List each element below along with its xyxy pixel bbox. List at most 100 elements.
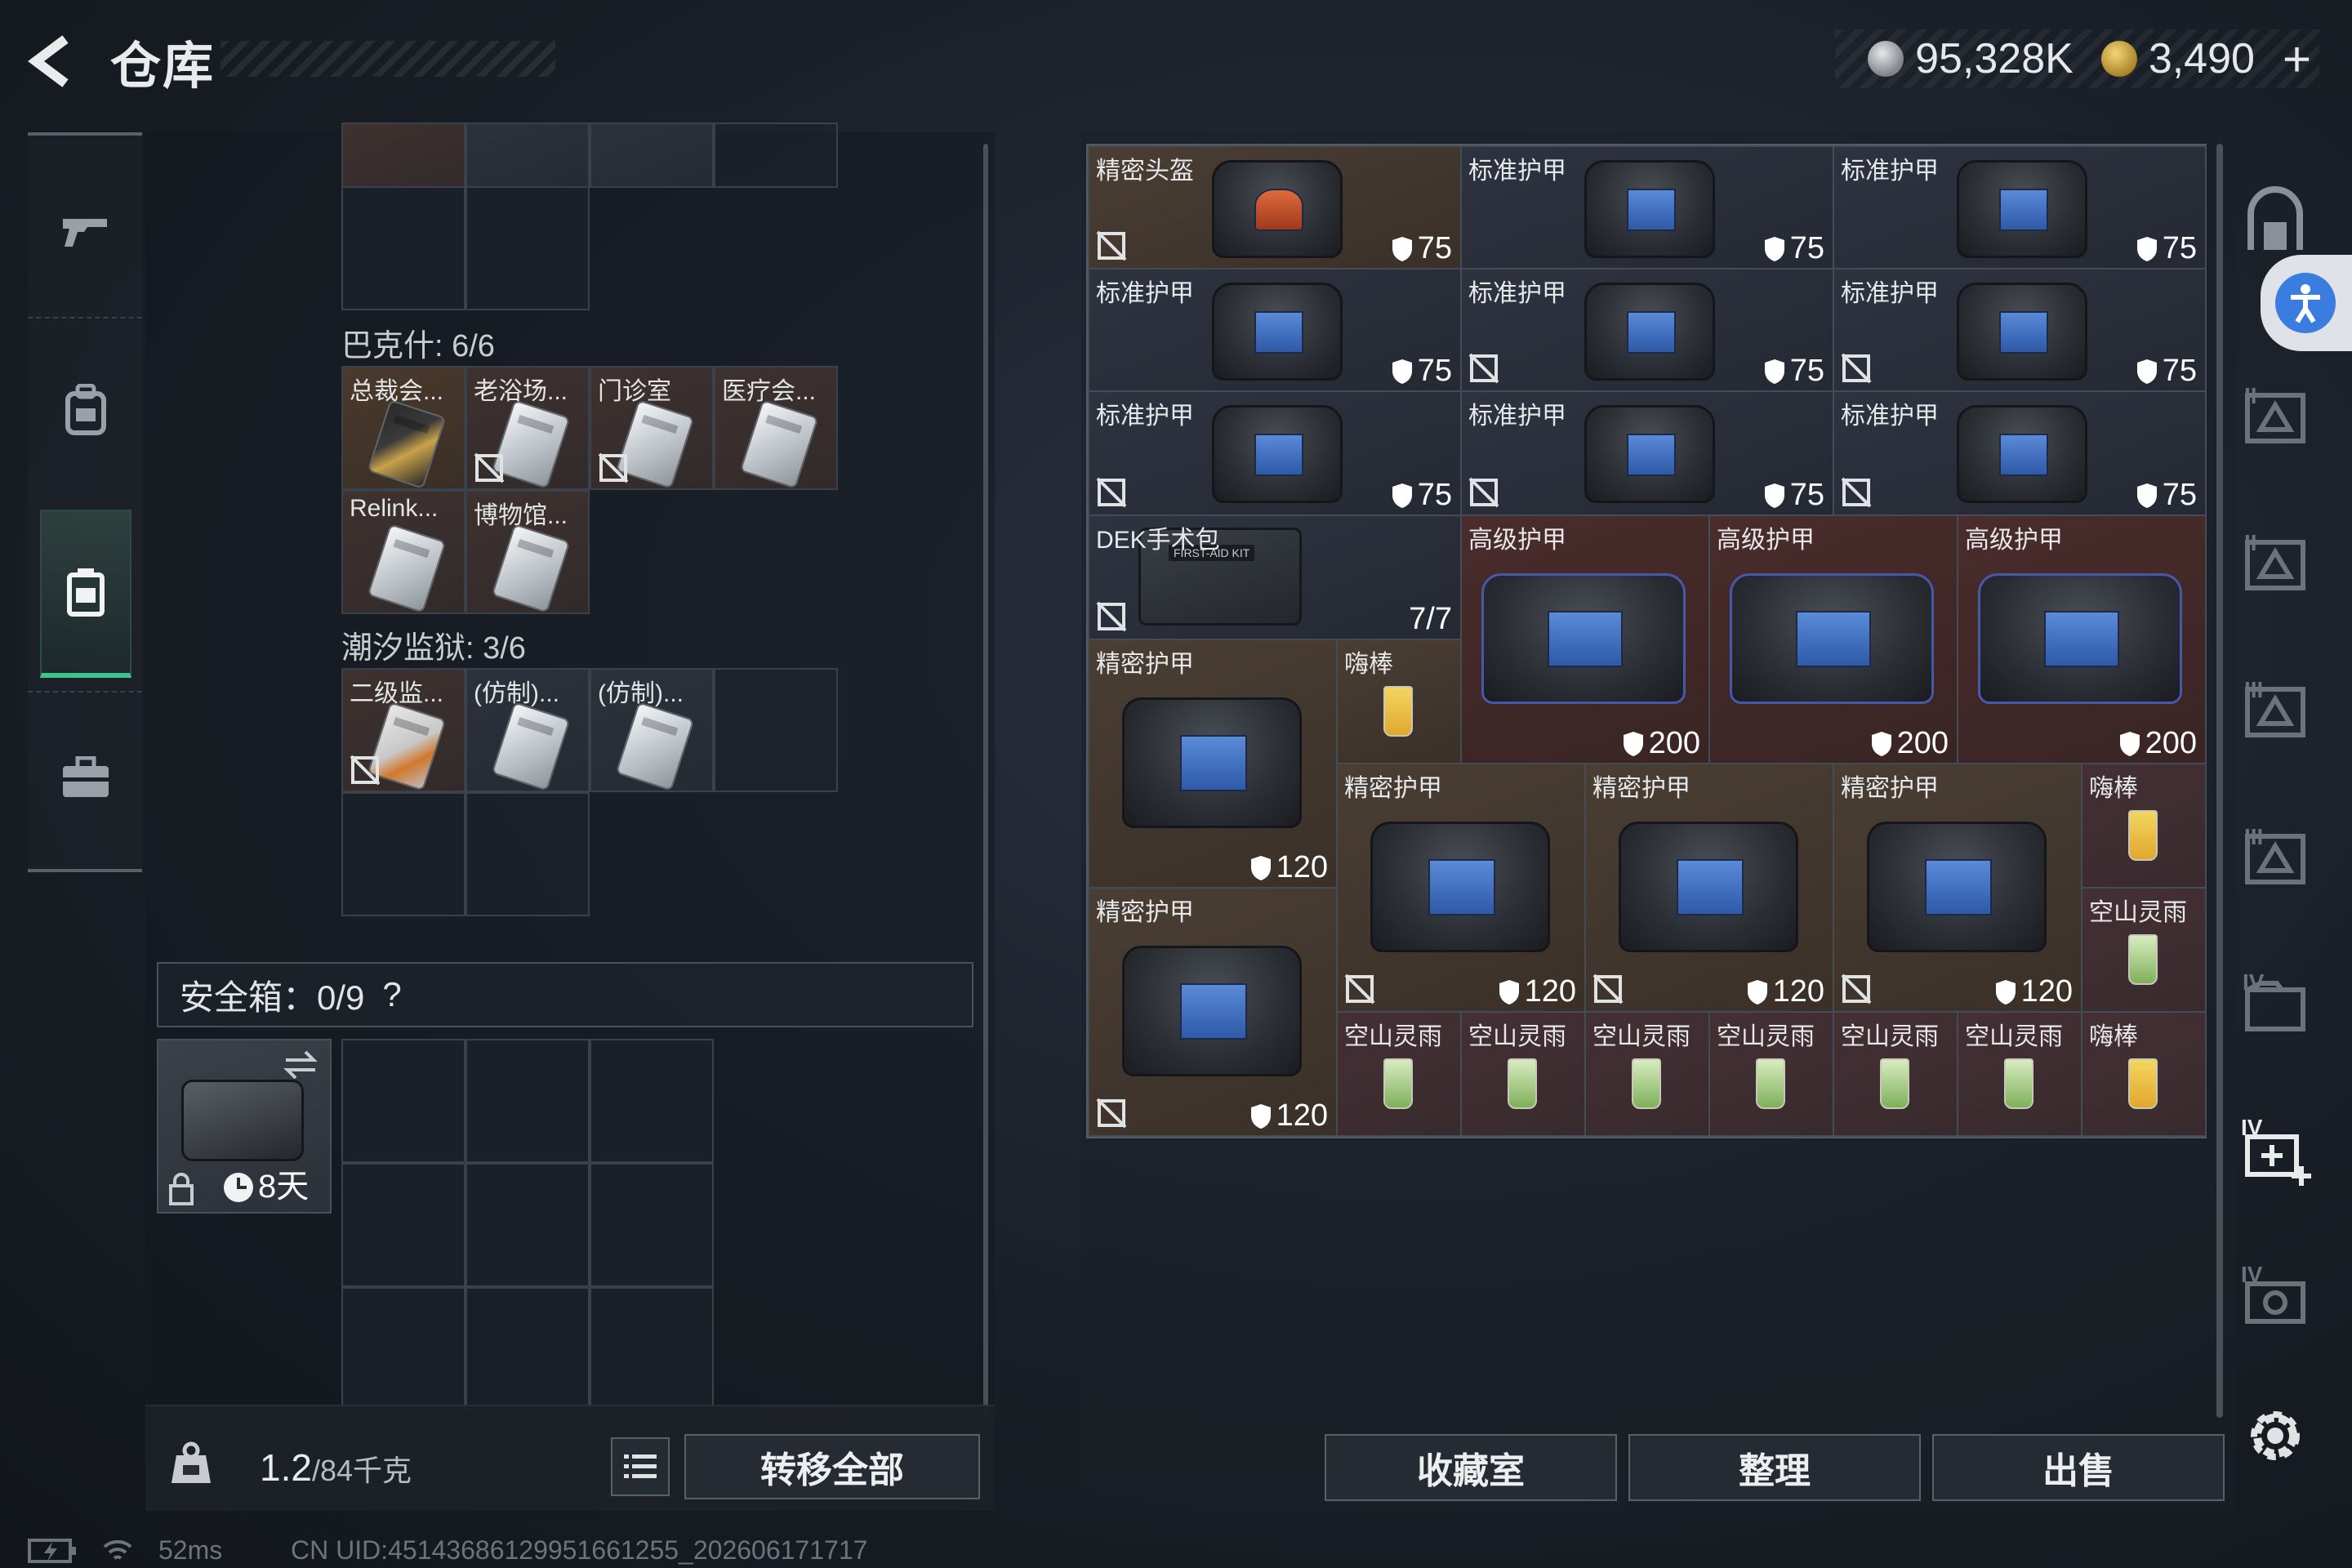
- item-durability: 120: [1747, 974, 1824, 1009]
- item-durability: 120: [1995, 974, 2073, 1009]
- key-card[interactable]: 总裁会...: [341, 366, 466, 490]
- key-slot[interactable]: [466, 122, 590, 188]
- stash-item[interactable]: 空山灵雨: [2081, 887, 2207, 1013]
- stash-item[interactable]: 嗨棒: [1336, 639, 1462, 764]
- help-button[interactable]: ?: [382, 975, 401, 1014]
- stash-item[interactable]: 空山灵雨: [1336, 1011, 1462, 1137]
- key-slot[interactable]: [714, 668, 838, 792]
- nav-weapons[interactable]: [40, 149, 131, 312]
- collection-room-button[interactable]: 收藏室: [1325, 1434, 1617, 1501]
- key-card[interactable]: 二级监...: [341, 668, 466, 792]
- stash-item[interactable]: 标准护甲 75: [1833, 268, 2207, 392]
- safe-slot[interactable]: [341, 1163, 466, 1287]
- cocktail-icon: [2004, 1058, 2034, 1109]
- key-slot[interactable]: [466, 186, 590, 310]
- item-name: 精密护甲: [1344, 775, 1442, 802]
- settings-gear-icon[interactable]: [2244, 1405, 2306, 1467]
- no-insurance-icon: [1841, 973, 1872, 1004]
- key-card[interactable]: (仿制)...: [466, 668, 590, 792]
- stash-tab-iv-icon[interactable]: IV: [2236, 965, 2314, 1044]
- add-currency-button[interactable]: +: [2283, 31, 2311, 87]
- durability-value: 120: [1276, 850, 1328, 884]
- stash-item[interactable]: 高级护甲 200: [1957, 514, 2207, 764]
- nav-vest[interactable]: [40, 510, 131, 678]
- stash-item[interactable]: 标准护甲 75: [1460, 390, 1834, 516]
- nav-briefcase[interactable]: [40, 696, 131, 859]
- stash-scrollbar[interactable]: [2216, 144, 2223, 1418]
- armor-vest-icon: [1978, 573, 2182, 704]
- locker-icon[interactable]: [2236, 181, 2314, 260]
- stash-item[interactable]: 嗨棒: [2081, 1011, 2207, 1137]
- back-button[interactable]: [24, 33, 82, 90]
- nav-backpack[interactable]: [40, 328, 131, 492]
- key-slot[interactable]: [341, 122, 466, 188]
- key-card[interactable]: 门诊室: [590, 366, 714, 490]
- stash-item[interactable]: 标准护甲 75: [1833, 390, 2207, 516]
- key-slot[interactable]: [341, 186, 466, 310]
- swap-icon[interactable]: [283, 1049, 318, 1081]
- stash-tab-3-icon[interactable]: II: [2236, 524, 2314, 603]
- key-card[interactable]: 医疗会...: [714, 366, 838, 490]
- stash-tab-camera-icon[interactable]: IV: [2236, 1259, 2314, 1338]
- stash-item[interactable]: 空山灵雨: [1584, 1011, 1710, 1137]
- key-slot[interactable]: [714, 122, 838, 188]
- organize-button[interactable]: 整理: [1628, 1434, 1921, 1501]
- stash-item[interactable]: 标准护甲 75: [1088, 268, 1462, 392]
- key-card[interactable]: 博物馆...: [466, 490, 590, 614]
- stash-item[interactable]: FIRST-AID KIT DEK手术包 7/7: [1088, 514, 1462, 640]
- keycard-icon: [739, 399, 819, 488]
- stash-item[interactable]: 空山灵雨: [1708, 1011, 1834, 1137]
- stash-item[interactable]: 空山灵雨: [1957, 1011, 2082, 1137]
- no-insurance-icon: [598, 452, 629, 483]
- stash-item[interactable]: 高级护甲 200: [1460, 514, 1710, 764]
- armor-vest-icon: [1584, 160, 1715, 258]
- stash-item[interactable]: 标准护甲 75: [1460, 268, 1834, 392]
- chevron-left-icon: [28, 35, 69, 87]
- shield-icon: [1747, 979, 1767, 1004]
- safe-slot[interactable]: [590, 1039, 714, 1163]
- safe-slot[interactable]: [466, 1039, 590, 1163]
- stash-tab-4-icon[interactable]: III: [2236, 671, 2314, 750]
- list-view-button[interactable]: [611, 1437, 670, 1496]
- stash-item[interactable]: 标准护甲 75: [1088, 390, 1462, 516]
- stash-tab-5-icon[interactable]: III: [2236, 818, 2314, 897]
- stash-item[interactable]: 精密护甲 120: [1088, 887, 1338, 1137]
- stash-item[interactable]: 标准护甲 75: [1833, 145, 2207, 270]
- stash-item[interactable]: 高级护甲 200: [1708, 514, 1958, 764]
- key-card[interactable]: (仿制)...: [590, 668, 714, 792]
- sell-button[interactable]: 出售: [1932, 1434, 2225, 1501]
- item-name: 嗨棒: [2089, 775, 2138, 802]
- stash-item[interactable]: 空山灵雨: [1833, 1011, 1958, 1137]
- no-insurance-icon: [1096, 1098, 1127, 1129]
- safe-slot[interactable]: [341, 1039, 466, 1163]
- stash-item[interactable]: 空山灵雨: [1460, 1011, 1586, 1137]
- safe-box-item[interactable]: 8天: [157, 1039, 332, 1214]
- key-slot[interactable]: [466, 792, 590, 916]
- safe-slot[interactable]: [466, 1163, 590, 1287]
- key-card[interactable]: 老浴场...: [466, 366, 590, 490]
- stash-item[interactable]: 标准护甲 75: [1460, 145, 1834, 270]
- stash-tab-2-icon[interactable]: II: [2236, 377, 2314, 456]
- safe-slot[interactable]: [341, 1287, 466, 1411]
- safe-slot[interactable]: [590, 1163, 714, 1287]
- stash-item[interactable]: 精密头盔 75: [1088, 145, 1462, 270]
- stash-item[interactable]: 精密护甲 120: [1833, 763, 2082, 1013]
- add-stash-icon[interactable]: IV: [2236, 1112, 2314, 1191]
- stash-item[interactable]: 精密护甲 120: [1336, 763, 1586, 1013]
- stash-item[interactable]: 嗨棒: [2081, 763, 2207, 889]
- stash-item[interactable]: 精密护甲 120: [1584, 763, 1834, 1013]
- transfer-all-button[interactable]: 转移全部: [684, 1434, 980, 1499]
- left-scrollbar[interactable]: [983, 144, 988, 1418]
- armor-vest-icon: [1957, 160, 2087, 258]
- backpack-icon: [65, 384, 106, 435]
- stash-item[interactable]: 精密护甲 120: [1088, 639, 1338, 889]
- item-durability: 75: [2136, 231, 2197, 266]
- key-slot[interactable]: [590, 122, 714, 188]
- ping-value: 52ms: [158, 1535, 223, 1565]
- safe-slot[interactable]: [466, 1287, 590, 1411]
- key-slot[interactable]: [341, 792, 466, 916]
- accessibility-button[interactable]: [2261, 255, 2352, 351]
- key-card[interactable]: Relink...: [341, 490, 466, 614]
- safe-slot[interactable]: [590, 1287, 714, 1411]
- item-durability: 200: [1623, 726, 1700, 761]
